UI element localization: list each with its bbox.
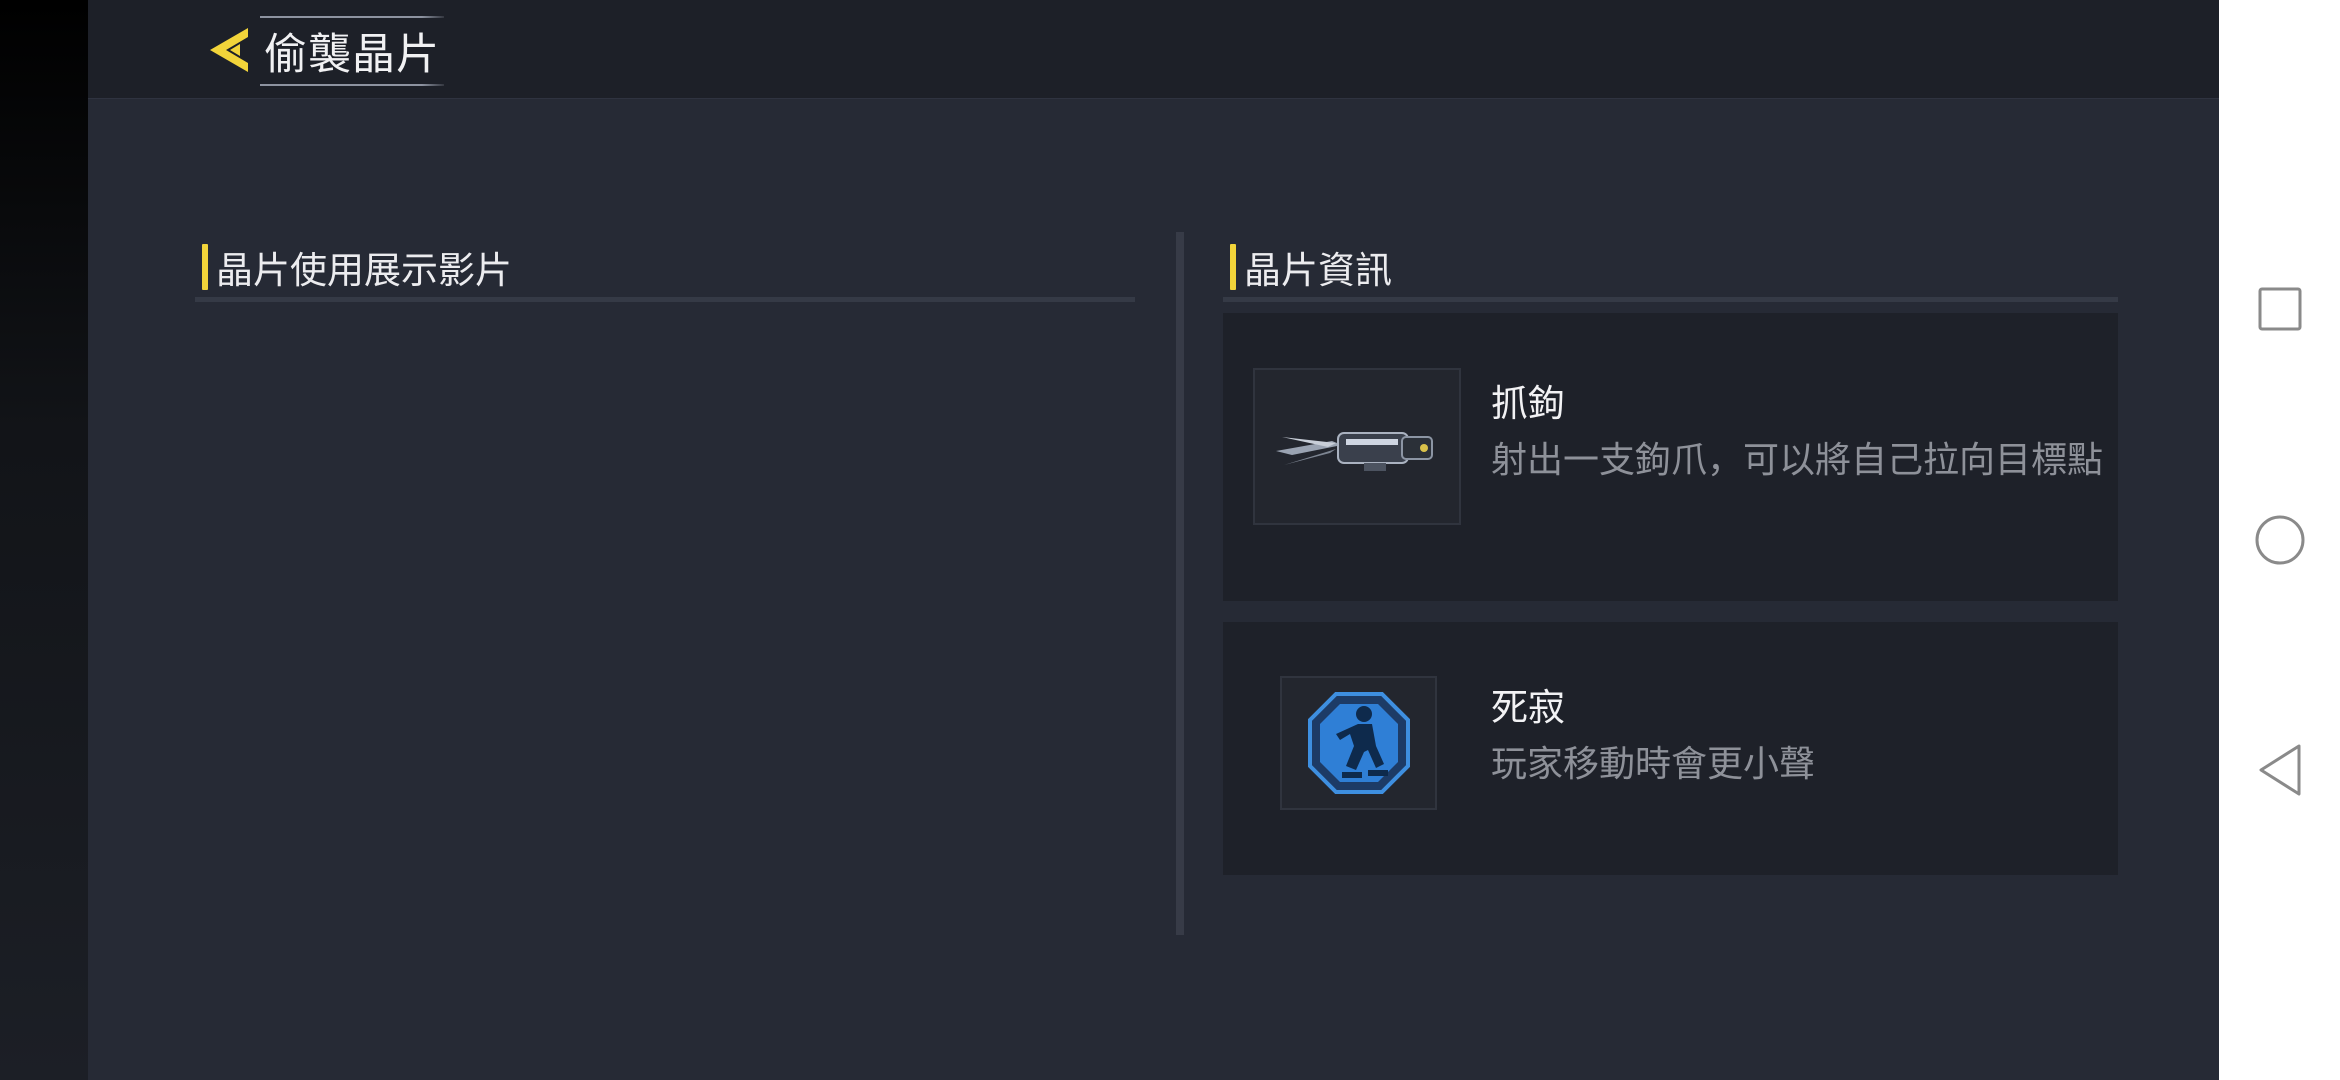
chip-name: 死寂 [1491,686,1565,729]
section-marker [1230,244,1236,290]
video-section-rule [195,297,1135,302]
app-window: 偷襲晶片 晶片使用展示影片 晶片資訊 抓鉤 射出一支鉤爪，可以將自己拉向目標點 … [88,0,2219,1080]
chip-thumbnail [1253,368,1461,525]
recent-apps-icon [2258,287,2301,331]
page-title-box: 偷襲晶片 [260,16,444,86]
back-nav-button[interactable] [2219,720,2340,820]
video-player-area[interactable] [195,308,1135,908]
back-arrow-icon [210,28,248,72]
chip-card-grappling-hook: 抓鉤 射出一支鉤爪，可以將自己拉向目標點 [1223,313,2118,601]
chip-thumbnail [1280,676,1437,810]
chip-description: 射出一支鉤爪，可以將自己拉向目標點 [1491,440,2104,481]
system-navigation-bar [2219,0,2340,1080]
section-marker [202,244,208,290]
page-title: 偷襲晶片 [264,30,440,80]
chip-description: 玩家移動時會更小聲 [1491,744,1816,785]
section-divider [1176,232,1184,935]
silent-step-icon [1307,692,1410,794]
top-bar: 偷襲晶片 [88,0,2219,99]
info-section-rule [1223,297,2118,302]
back-icon [2259,744,2300,796]
video-section-title: 晶片使用展示影片 [216,249,512,292]
chip-card-silent: 死寂 玩家移動時會更小聲 [1223,622,2118,875]
info-section-header: 晶片資訊 [1230,240,1392,294]
grappling-hook-icon [1276,431,1433,471]
left-edge-gradient [0,0,88,1080]
chip-name: 抓鉤 [1491,382,1565,425]
info-section-title: 晶片資訊 [1244,249,1392,292]
recent-apps-button[interactable] [2219,259,2340,359]
video-section-header: 晶片使用展示影片 [202,240,512,294]
home-icon [2255,515,2304,565]
home-button[interactable] [2219,490,2340,590]
